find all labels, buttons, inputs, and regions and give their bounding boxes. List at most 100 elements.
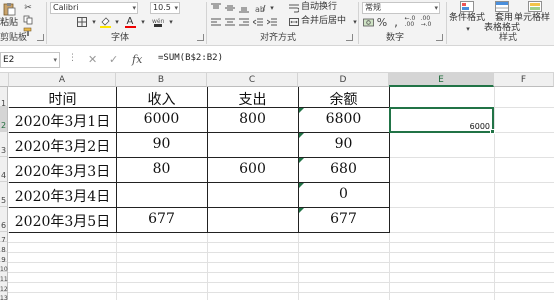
table-header-cell[interactable]: 支出 xyxy=(207,89,298,109)
table-header-cell[interactable]: 时间 xyxy=(9,89,116,109)
table-cell[interactable]: 2020年3月5日 xyxy=(9,211,116,231)
table-cell[interactable]: 2020年3月1日 xyxy=(9,111,116,131)
cancel-icon[interactable]: ✕ xyxy=(88,53,97,66)
table-cell[interactable]: 80 xyxy=(116,161,207,177)
table-border xyxy=(9,207,389,208)
row-header-2[interactable]: 2 xyxy=(0,107,8,132)
conditional-format-icon[interactable] xyxy=(460,1,474,12)
separator xyxy=(358,2,359,44)
table-cell[interactable]: 6000 xyxy=(116,111,207,127)
number-launcher-icon[interactable] xyxy=(436,34,443,41)
align-bottom-icon[interactable] xyxy=(238,2,250,14)
formula-indicator-icon xyxy=(299,183,304,188)
align-middle-icon[interactable] xyxy=(224,2,236,14)
table-cell[interactable]: 600 xyxy=(207,161,298,177)
align-right-icon[interactable] xyxy=(238,16,250,28)
formula-input[interactable]: =SUM(B$2:B2) xyxy=(158,53,223,63)
cell-styles-icon[interactable] xyxy=(528,1,542,12)
alignment-launcher-icon[interactable] xyxy=(346,34,353,41)
select-all-corner[interactable] xyxy=(0,73,9,87)
fill-color-icon[interactable] xyxy=(99,16,111,28)
chevron-down-icon: ▾ xyxy=(53,56,57,64)
table-cell[interactable]: 2020年3月2日 xyxy=(9,136,116,156)
font-launcher-icon[interactable] xyxy=(197,34,204,41)
border-icon[interactable] xyxy=(76,16,88,28)
merge-center-button[interactable]: 合并后居中 xyxy=(301,16,346,27)
row-header-7[interactable]: 7 xyxy=(0,232,8,244)
row-header-12[interactable]: 12 xyxy=(0,282,8,293)
wrap-text-icon[interactable] xyxy=(288,2,300,14)
table-cell[interactable]: 2020年3月4日 xyxy=(9,186,116,206)
row-header-10[interactable]: 10 xyxy=(0,262,8,273)
number-format-select[interactable]: 常规 ▾ xyxy=(362,2,440,14)
row-header-6[interactable]: 6 xyxy=(0,207,8,232)
number-format-value: 常规 xyxy=(365,3,381,12)
cell-styles-button[interactable]: 单元格样 xyxy=(514,13,550,24)
align-left-icon[interactable] xyxy=(210,16,222,28)
paste-button[interactable]: 粘贴 xyxy=(0,18,18,29)
format-as-table-icon[interactable] xyxy=(495,1,509,12)
currency-icon[interactable] xyxy=(362,16,374,28)
phonetic-icon[interactable]: wén xyxy=(152,16,164,28)
decrease-decimal-icon[interactable]: .00 →.0 xyxy=(420,16,432,28)
merge-center-icon[interactable] xyxy=(288,16,300,28)
align-center-icon[interactable] xyxy=(224,16,236,28)
font-name-value: Calibri xyxy=(53,3,79,12)
table-cell[interactable]: 90 xyxy=(298,136,389,152)
table-header-cell[interactable]: 收入 xyxy=(116,89,207,109)
more-options-icon[interactable]: ⋮ xyxy=(68,53,77,63)
cut-icon[interactable]: ✂ xyxy=(22,2,34,14)
chevron-down-icon[interactable]: ▾ xyxy=(111,16,123,28)
selected-cell-value: 6000 xyxy=(469,122,490,131)
enter-icon[interactable]: ✓ xyxy=(109,53,118,66)
percent-icon[interactable]: % xyxy=(376,16,388,29)
row-header-5[interactable]: 5 xyxy=(0,182,8,207)
row-header-8[interactable]: 8 xyxy=(0,242,8,254)
row-header-13[interactable]: 13 xyxy=(0,292,8,300)
clipboard-launcher-icon[interactable] xyxy=(37,34,44,41)
table-cell[interactable]: 680 xyxy=(298,161,389,177)
row-header-3[interactable]: 3 xyxy=(0,132,8,157)
decrease-indent-icon[interactable] xyxy=(252,16,264,28)
chevron-down-icon[interactable]: ▾ xyxy=(266,2,278,14)
separator xyxy=(46,2,47,44)
table-cell[interactable]: 0 xyxy=(298,186,389,202)
column-header-a[interactable]: A xyxy=(9,73,116,87)
table-cell[interactable]: 90 xyxy=(116,136,207,152)
wrap-text-button[interactable]: 自动换行 xyxy=(301,2,337,13)
name-box[interactable]: E2 ▾ xyxy=(0,52,60,68)
orientation-icon[interactable]: ab xyxy=(254,2,266,14)
table-header-cell[interactable]: 余额 xyxy=(298,89,389,109)
table-cell[interactable]: 677 xyxy=(298,211,389,227)
font-size-select[interactable]: 10.5 ▾ xyxy=(150,2,180,14)
row-header-4[interactable]: 4 xyxy=(0,157,8,182)
chevron-down-icon[interactable]: ▾ xyxy=(462,23,474,35)
column-header-e[interactable]: E xyxy=(389,73,494,87)
insert-function-icon[interactable]: fx xyxy=(132,53,142,66)
table-cell[interactable]: 6800 xyxy=(298,111,389,127)
increase-indent-icon[interactable] xyxy=(266,16,278,28)
increase-decimal-icon[interactable]: ←.0.00 xyxy=(404,16,416,28)
chevron-down-icon[interactable]: ▾ xyxy=(137,16,149,28)
table-cell[interactable]: 800 xyxy=(207,111,298,127)
table-cell[interactable]: 2020年3月3日 xyxy=(9,161,116,181)
column-header-b[interactable]: B xyxy=(116,73,207,87)
row-header-1[interactable]: 1 xyxy=(0,87,8,108)
paste-icon[interactable] xyxy=(2,2,16,16)
row-header-11[interactable]: 11 xyxy=(0,272,8,283)
column-header-d[interactable]: D xyxy=(298,73,389,87)
chevron-down-icon[interactable]: ▾ xyxy=(349,16,361,28)
font-name-select[interactable]: Calibri ▾ xyxy=(50,2,138,14)
gridline xyxy=(494,87,495,300)
font-color-icon[interactable]: A xyxy=(124,15,136,28)
fill-handle[interactable] xyxy=(490,129,495,134)
column-header-f[interactable]: F xyxy=(494,73,554,87)
worksheet-grid[interactable]: A B C D E F 1 2 3 4 5 6 7 8 9 10 11 12 1… xyxy=(0,73,554,300)
chevron-down-icon[interactable]: ▾ xyxy=(165,16,177,28)
copy-icon[interactable] xyxy=(22,14,34,26)
comma-style-icon[interactable]: , xyxy=(390,15,402,29)
column-header-c[interactable]: C xyxy=(207,73,298,87)
align-top-icon[interactable] xyxy=(210,2,222,14)
row-header-9[interactable]: 9 xyxy=(0,252,8,264)
table-cell[interactable]: 677 xyxy=(116,211,207,227)
